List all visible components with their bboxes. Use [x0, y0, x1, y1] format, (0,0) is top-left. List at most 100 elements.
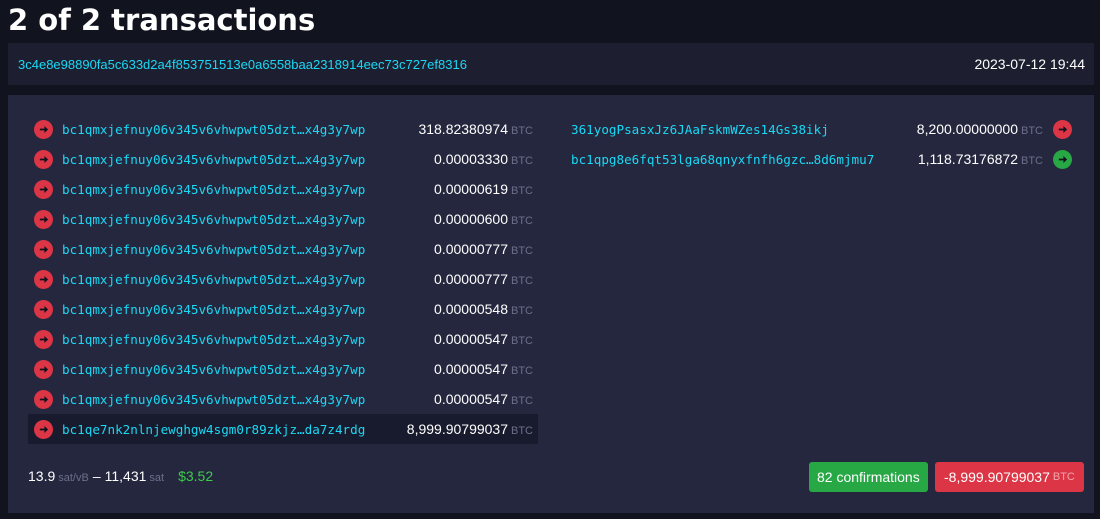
net-amount-unit: BTC [1052, 471, 1075, 483]
address-tail: x4g3y7wp [304, 301, 366, 317]
arrow-right-red-icon[interactable] [34, 329, 53, 349]
fee-info: 13.9 sat/vB – 11,431 sat $3.52 [28, 468, 213, 484]
input-row: bc1qmxjefnuy06v345v6vhwpwt05dzt…x4g3y7wp… [28, 114, 538, 144]
arrow-right-red-icon[interactable] [34, 179, 53, 199]
address-tail: x4g3y7wp [304, 271, 366, 287]
arrow-right-red-icon[interactable] [34, 299, 53, 319]
arrow-right-red-icon[interactable] [34, 389, 53, 409]
amount-value: 8,200.00000000 [916, 121, 1018, 137]
arrow-right-green-icon[interactable] [1053, 149, 1072, 169]
address-head: bc1qmxjefnuy06v345v6vhwpwt05dzt… [62, 361, 305, 377]
input-row: bc1qmxjefnuy06v345v6vhwpwt05dzt…x4g3y7wp… [28, 354, 538, 384]
address-tail: x4g3y7wp [304, 151, 366, 167]
amount-value: 0.00000619 [434, 181, 508, 197]
inputs-list: bc1qmxjefnuy06v345v6vhwpwt05dzt…x4g3y7wp… [28, 114, 538, 444]
address-head: bc1qmxjefnuy06v345v6vhwpwt05dzt… [62, 331, 305, 347]
output-amount: 1,118.73176872 BTC [918, 151, 1043, 167]
arrow-right-red-icon[interactable] [34, 269, 53, 289]
amount-value: 0.00000600 [434, 211, 508, 227]
output-row: 361yogPsasxJz6JAaFskmWZes14Gs38ikj 8,200.… [569, 114, 1076, 144]
arrow-right-red-icon[interactable] [34, 359, 53, 379]
amount-unit: BTC [511, 155, 533, 167]
arrow-right-red-icon[interactable] [34, 149, 53, 169]
fee-separator: – [92, 468, 101, 484]
input-address-link[interactable]: bc1qmxjefnuy06v345v6vhwpwt05dzt…x4g3y7wp [62, 152, 365, 167]
address-head: bc1qmxjefnuy06v345v6vhwpwt05dzt… [62, 151, 305, 167]
amount-unit: BTC [1021, 155, 1043, 167]
address-head: bc1qmxjefnuy06v345v6vhwpwt05dzt… [62, 301, 305, 317]
address-tail: x4g3y7wp [304, 121, 366, 137]
input-amount: 0.00000600 BTC [434, 211, 533, 227]
transaction-header: 3c4e8e98890fa5c633d2a4f853751513e0a6558b… [8, 43, 1094, 85]
input-row: bc1qmxjefnuy06v345v6vhwpwt05dzt…x4g3y7wp… [28, 174, 538, 204]
address-head: bc1qe7nk2nlnjewghgw4sgm0r89zkjz… [62, 421, 305, 437]
arrow-right-red-icon[interactable] [34, 119, 53, 139]
output-address-link[interactable]: 361yogPsasxJz6JAaFskmWZes14Gs38ikj [571, 122, 829, 137]
input-row: bc1qmxjefnuy06v345v6vhwpwt05dzt…x4g3y7wp… [28, 234, 538, 264]
amount-value: 0.00000777 [434, 271, 508, 287]
address-tail: da7z4rdg [304, 421, 366, 437]
amount-value: 0.00000547 [434, 391, 508, 407]
output-amount: 8,200.00000000 BTC [917, 121, 1043, 137]
input-address-link[interactable]: bc1qmxjefnuy06v345v6vhwpwt05dzt…x4g3y7wp [62, 182, 365, 197]
input-address-link[interactable]: bc1qmxjefnuy06v345v6vhwpwt05dzt…x4g3y7wp [62, 392, 365, 407]
address-tail: x4g3y7wp [304, 361, 366, 377]
input-address-link[interactable]: bc1qmxjefnuy06v345v6vhwpwt05dzt…x4g3y7wp [62, 242, 365, 257]
amount-unit: BTC [511, 335, 533, 347]
confirmations-button[interactable]: 82 confirmations [809, 462, 928, 492]
arrow-right-red-icon[interactable] [1053, 119, 1072, 139]
fee-amount: 11,431 [104, 468, 147, 484]
fee-rate: 13.9 [28, 468, 56, 484]
address-head: bc1qmxjefnuy06v345v6vhwpwt05dzt… [62, 121, 305, 137]
amount-value: 0.00000547 [434, 361, 508, 377]
address-head: bc1qpg8e6fqt53lga68qnyxfnfh6gzc… [571, 151, 814, 167]
input-amount: 0.00000777 BTC [434, 241, 533, 257]
amount-value: 0.00000547 [434, 331, 508, 347]
amount-unit: BTC [1021, 125, 1043, 137]
transaction-details: bc1qmxjefnuy06v345v6vhwpwt05dzt…x4g3y7wp… [8, 95, 1094, 513]
input-amount: 8,999.90799037 BTC [407, 421, 533, 437]
amount-value: 0.00000548 [434, 301, 508, 317]
net-amount: -8,999.90799037 [944, 469, 1050, 485]
input-row: bc1qmxjefnuy06v345v6vhwpwt05dzt…x4g3y7wp… [28, 324, 538, 354]
input-amount: 318.82380974 BTC [418, 121, 533, 137]
input-amount: 0.00000547 BTC [434, 361, 533, 377]
net-amount-button[interactable]: -8,999.90799037 BTC [935, 462, 1084, 492]
arrow-right-red-icon[interactable] [34, 239, 53, 259]
address-tail: x4g3y7wp [304, 391, 366, 407]
input-address-link[interactable]: bc1qmxjefnuy06v345v6vhwpwt05dzt…x4g3y7wp [62, 272, 365, 287]
input-row: bc1qmxjefnuy06v345v6vhwpwt05dzt…x4g3y7wp… [28, 264, 538, 294]
input-row: bc1qe7nk2nlnjewghgw4sgm0r89zkjz…da7z4rdg… [28, 414, 538, 444]
amount-value: 8,999.90799037 [406, 421, 508, 437]
address-head: bc1qmxjefnuy06v345v6vhwpwt05dzt… [62, 211, 305, 227]
output-address-link[interactable]: bc1qpg8e6fqt53lga68qnyxfnfh6gzc…8d6mjmu7 [571, 152, 874, 167]
input-amount: 0.00000619 BTC [434, 181, 533, 197]
input-address-link[interactable]: bc1qe7nk2nlnjewghgw4sgm0r89zkjz…da7z4rdg [62, 422, 365, 437]
arrow-right-red-icon[interactable] [34, 209, 53, 229]
input-row: bc1qmxjefnuy06v345v6vhwpwt05dzt…x4g3y7wp… [28, 144, 538, 174]
address-tail: x4g3y7wp [304, 211, 366, 227]
amount-unit: BTC [511, 365, 533, 377]
input-address-link[interactable]: bc1qmxjefnuy06v345v6vhwpwt05dzt…x4g3y7wp [62, 302, 365, 317]
input-address-link[interactable]: bc1qmxjefnuy06v345v6vhwpwt05dzt…x4g3y7wp [62, 362, 365, 377]
amount-value: 0.00000777 [434, 241, 508, 257]
txid-link[interactable]: 3c4e8e98890fa5c633d2a4f853751513e0a6558b… [18, 57, 467, 72]
outputs-list: 361yogPsasxJz6JAaFskmWZes14Gs38ikj 8,200.… [569, 114, 1076, 174]
address-tail: x4g3y7wp [304, 241, 366, 257]
address-head: bc1qmxjefnuy06v345v6vhwpwt05dzt… [62, 241, 305, 257]
amount-value: 318.82380974 [418, 121, 508, 137]
address-tail: x4g3y7wp [304, 181, 366, 197]
address-head: bc1qmxjefnuy06v345v6vhwpwt05dzt… [62, 391, 305, 407]
input-address-link[interactable]: bc1qmxjefnuy06v345v6vhwpwt05dzt…x4g3y7wp [62, 212, 365, 227]
fee-unit: sat [149, 472, 165, 484]
amount-unit: BTC [511, 425, 533, 437]
amount-value: 1,118.73176872 [917, 151, 1018, 167]
input-row: bc1qmxjefnuy06v345v6vhwpwt05dzt…x4g3y7wp… [28, 294, 538, 324]
input-amount: 0.00000547 BTC [434, 391, 533, 407]
input-address-link[interactable]: bc1qmxjefnuy06v345v6vhwpwt05dzt…x4g3y7wp [62, 332, 365, 347]
input-row: bc1qmxjefnuy06v345v6vhwpwt05dzt…x4g3y7wp… [28, 204, 538, 234]
output-row: bc1qpg8e6fqt53lga68qnyxfnfh6gzc…8d6mjmu7… [569, 144, 1076, 174]
arrow-right-red-icon[interactable] [34, 419, 53, 439]
input-address-link[interactable]: bc1qmxjefnuy06v345v6vhwpwt05dzt…x4g3y7wp [62, 122, 365, 137]
address-tail: 8d6mjmu7 [813, 151, 875, 167]
